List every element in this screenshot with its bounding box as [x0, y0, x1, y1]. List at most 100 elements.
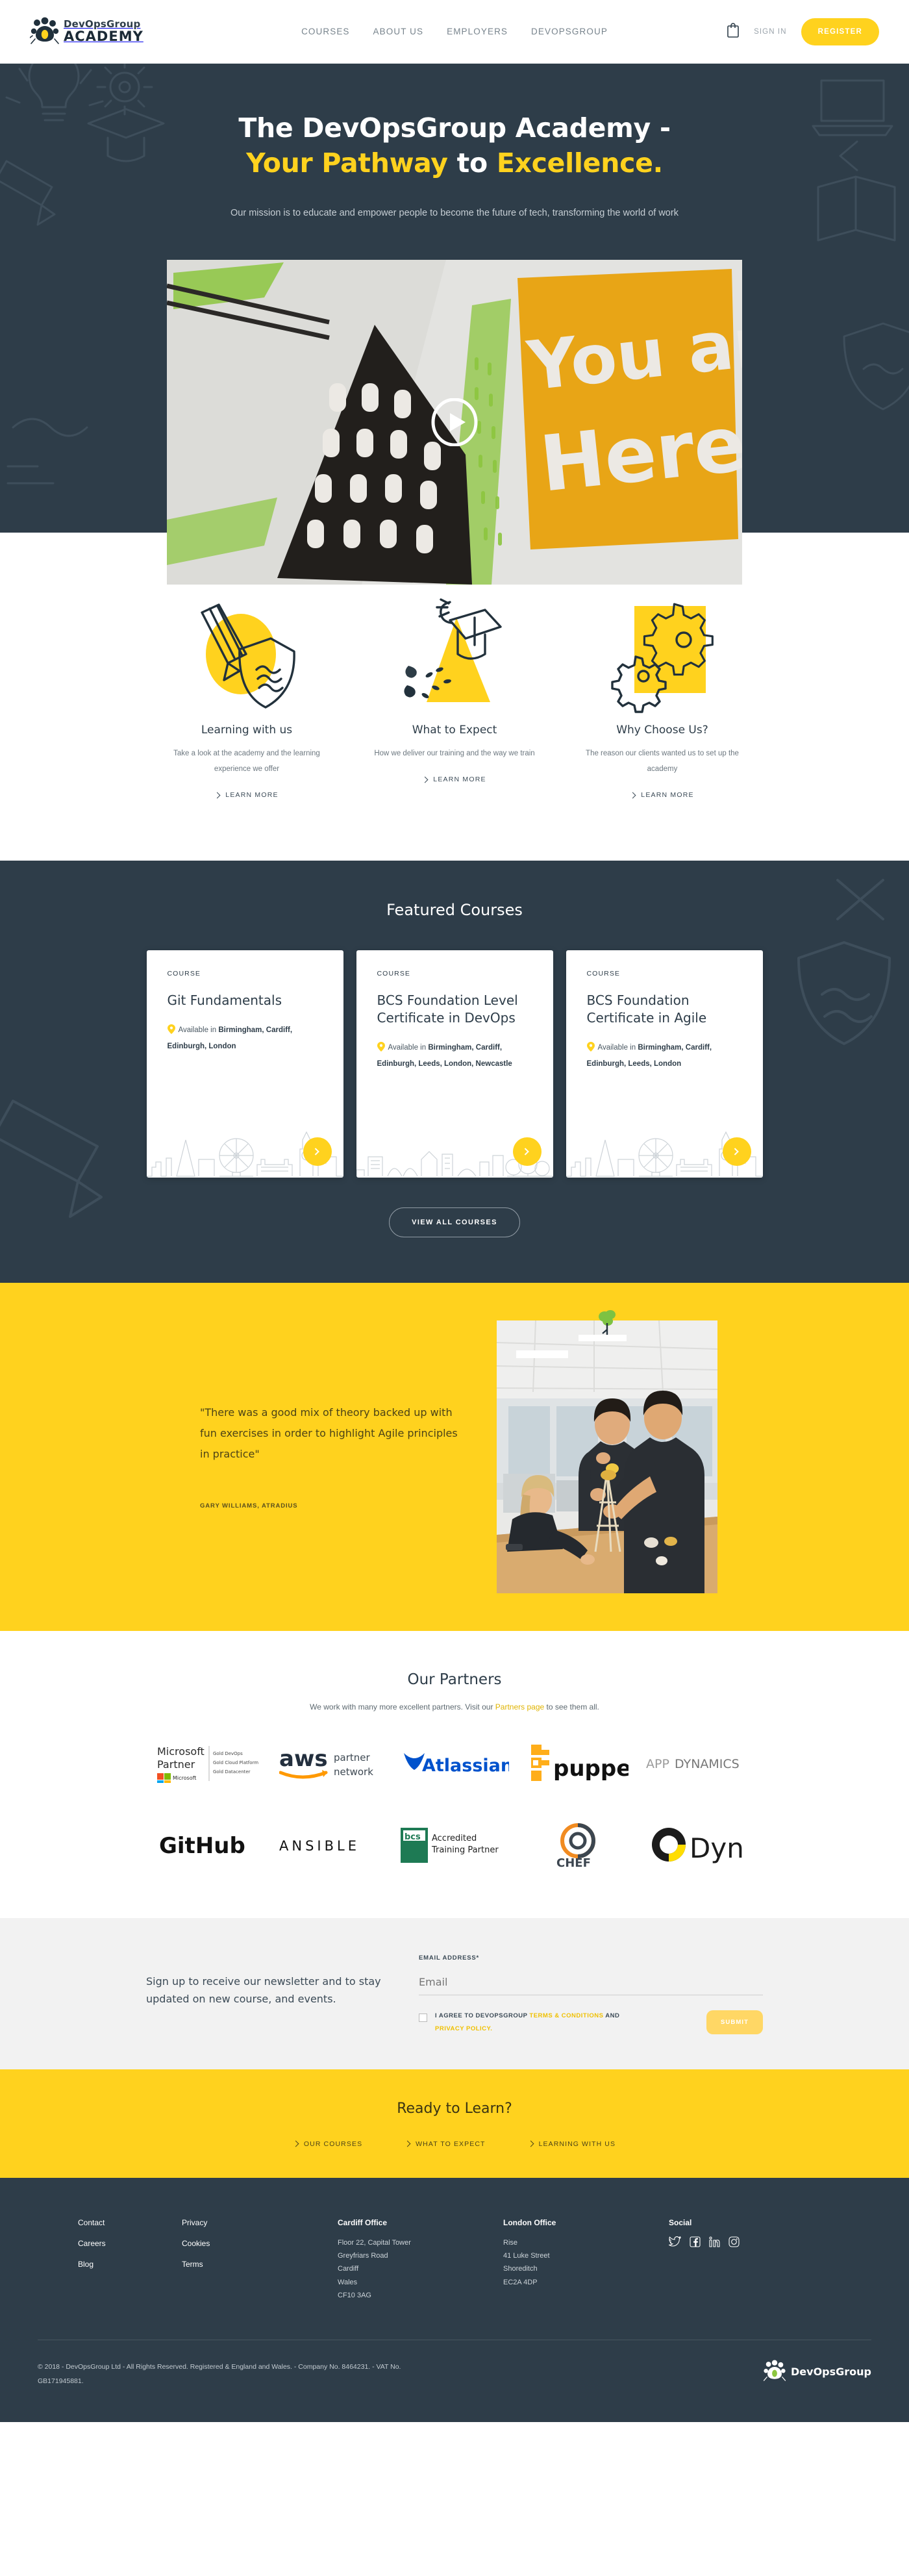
ready-link-label: OUR COURSES [303, 2140, 363, 2148]
newsletter-copy-block: Sign up to receive our newsletter and to… [146, 1954, 419, 2036]
cart-link[interactable] [727, 22, 740, 41]
svg-text:DYNAMICS: DYNAMICS [675, 1757, 740, 1771]
main-navigation: COURSES ABOUT US EMPLOYERS DEVOPSGROUP [225, 27, 684, 36]
site-logo[interactable]: DevOpsGroup ACADEMY [30, 17, 225, 47]
view-all-courses-button[interactable]: VIEW ALL COURSES [389, 1207, 520, 1237]
svg-text:APP: APP [646, 1757, 669, 1771]
chevron-right-icon [629, 792, 636, 799]
nav-item-devopsgroup[interactable]: DEVOPSGROUP [531, 27, 608, 36]
footer-link-careers[interactable]: Careers [78, 2239, 182, 2248]
terms-checkbox[interactable] [419, 2014, 427, 2023]
course-card-arrow-button[interactable] [303, 1137, 332, 1166]
svg-text:Dyn: Dyn [690, 1832, 744, 1864]
footer-link-blog[interactable]: Blog [78, 2260, 182, 2269]
svg-text:Microsoft: Microsoft [157, 1745, 205, 1758]
terms-conditions-link[interactable]: TERMS & CONDITIONS [529, 2012, 603, 2019]
testimonial-photo [497, 1320, 717, 1593]
atlassian-logo: Atlassian [404, 1752, 509, 1776]
play-icon[interactable] [430, 398, 479, 447]
site-footer: Contact Careers Blog Privacy Cookies Ter… [0, 2177, 909, 2423]
course-available-prefix: Available in [597, 1043, 638, 1052]
feature-learn-more-label: LEARN MORE [225, 791, 279, 800]
nav-item-employers[interactable]: EMPLOYERS [447, 27, 508, 36]
social-link-twitter[interactable] [668, 2236, 682, 2249]
linkedin-icon [709, 2236, 720, 2247]
social-link-instagram[interactable] [728, 2236, 740, 2249]
footer-column-london-office: London Office Rise 41 Luke Street Shored… [503, 2218, 669, 2303]
feature-what-to-expect: What to Expect How we deliver our traini… [351, 595, 558, 801]
register-button[interactable]: REGISTER [801, 18, 879, 45]
footer-link-cookies[interactable]: Cookies [182, 2239, 338, 2248]
microsoft-partner-logo: Microsoft Partner Microsoft Gold DevOps … [157, 1745, 258, 1783]
puppet-logo: puppet [531, 1744, 629, 1782]
course-locations: Available in Birmingham, Cardiff, Edinbu… [356, 1027, 553, 1073]
partner-logo-cell[interactable]: ANSIBLE [269, 1815, 393, 1875]
social-link-facebook[interactable] [690, 2236, 701, 2249]
ready-link-what-to-expect[interactable]: WHAT TO EXPECT [404, 2140, 485, 2148]
svg-text:GitHub: GitHub [159, 1833, 245, 1859]
partner-logo-cell[interactable]: bcs Accredited Training Partner [393, 1815, 516, 1875]
social-heading: Social [669, 2217, 692, 2227]
feature-description: The reason our clients wanted us to set … [586, 750, 739, 774]
nav-item-courses[interactable]: COURSES [301, 27, 349, 36]
instagram-icon [728, 2236, 740, 2247]
footer-column-cardiff-office: Cardiff Office Floor 22, Capital Tower G… [338, 2218, 503, 2303]
footer-bottom: © 2018 - DevOpsGroup Ltd - All Rights Re… [0, 2340, 909, 2422]
hero-title: The DevOpsGroup Academy - Your Pathway t… [0, 110, 909, 181]
course-card-arrow-button[interactable] [512, 1137, 542, 1166]
gears-icon [611, 603, 714, 713]
privacy-policy-link[interactable]: PRIVACY POLICY. [435, 2025, 492, 2032]
page-root: DevOpsGroup ACADEMY COURSES ABOUT US EMP… [0, 0, 909, 2423]
partner-logo-cell[interactable]: puppet [516, 1734, 640, 1793]
email-input[interactable] [419, 1967, 763, 1995]
chevron-right-icon [521, 1148, 529, 1155]
ready-link-learning-with-us[interactable]: LEARNING WITH US [527, 2140, 616, 2148]
svg-text:Gold Datacenter: Gold Datacenter [213, 1769, 251, 1774]
chevron-right-icon [527, 2140, 534, 2147]
partner-logo-cell[interactable]: aws partner network [269, 1734, 393, 1793]
partner-logo-row-2: GitHub ANSIBLE bcs Accredited Training P… [0, 1815, 909, 1875]
sign-in-link[interactable]: SIGN IN [754, 28, 787, 36]
nav-item-about-us[interactable]: ABOUT US [373, 27, 424, 36]
course-card-arrow-button[interactable] [722, 1137, 751, 1166]
partner-logo-cell[interactable]: Dyn [640, 1815, 763, 1875]
footer-link-terms[interactable]: Terms [182, 2260, 338, 2269]
terms-prefix: I AGREE TO DEVOPSGROUP [435, 2012, 530, 2019]
course-card[interactable]: COURSE Git Fundamentals Available in Bir… [146, 950, 343, 1178]
partners-page-link[interactable]: Partners page [495, 1702, 544, 1711]
svg-text:network: network [334, 1766, 373, 1778]
cardiff-office-address: Floor 22, Capital Tower Greyfriars Road … [338, 2238, 411, 2300]
feature-learn-more-link[interactable]: LEARN MORE [214, 791, 279, 800]
chevron-right-icon [214, 792, 221, 799]
partner-logo-cell[interactable]: Microsoft Partner Microsoft Gold DevOps … [146, 1734, 269, 1793]
testimonial-photo-block [467, 1309, 747, 1593]
feature-title: What to Expect [412, 724, 497, 737]
feature-description: Take a look at the academy and the learn… [173, 750, 320, 774]
hero-video[interactable]: You are Here! [167, 260, 742, 585]
newsletter-section: Sign up to receive our newsletter and to… [0, 1917, 909, 2069]
footer-link-privacy[interactable]: Privacy [182, 2218, 338, 2227]
ready-link-our-courses[interactable]: OUR COURSES [292, 2140, 363, 2148]
course-card[interactable]: COURSE BCS Foundation Level Certificate … [356, 950, 553, 1178]
ready-to-learn-section: Ready to Learn? OUR COURSES WHAT TO EXPE… [0, 2069, 909, 2178]
partner-logo-cell[interactable]: CHEF [516, 1815, 640, 1875]
partner-logo-cell[interactable]: GitHub [146, 1815, 269, 1875]
training-session-photo [497, 1320, 717, 1593]
footer-link-contact[interactable]: Contact [78, 2218, 182, 2227]
svg-text:Training Partner: Training Partner [431, 1845, 499, 1855]
course-card[interactable]: COURSE BCS Foundation Certificate in Agi… [566, 950, 763, 1178]
feature-learn-more-link[interactable]: LEARN MORE [421, 776, 486, 783]
partner-logo-cell[interactable]: Atlassian [393, 1734, 516, 1793]
feature-learn-more-link[interactable]: LEARN MORE [629, 791, 693, 799]
partner-logo-cell[interactable]: APP DYNAMICS [640, 1734, 763, 1793]
social-icon-list [668, 2236, 831, 2249]
sprout-icon [599, 1309, 616, 1335]
footer-column-company: Contact Careers Blog [78, 2218, 182, 2303]
course-title: BCS Foundation Level Certificate in DevO… [377, 992, 518, 1026]
newsletter-submit-button[interactable]: SUBMIT [706, 2010, 763, 2035]
featured-courses-title: Featured Courses [386, 900, 523, 919]
partners-section: Our Partners We work with many more exce… [0, 1630, 909, 1918]
partners-sub-before: We work with many more excellent partner… [310, 1702, 495, 1711]
testimonial-quote: "There was a good mix of theory backed u… [200, 1406, 458, 1460]
social-link-linkedin[interactable] [709, 2236, 720, 2249]
